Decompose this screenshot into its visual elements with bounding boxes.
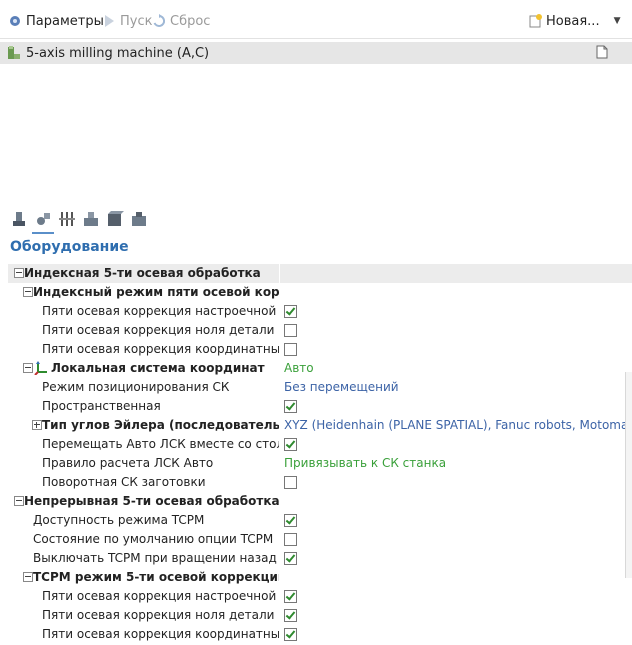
params-label: Параметры <box>26 13 104 29</box>
property-label: Непрерывная 5-ти осевая обработка <box>24 494 279 508</box>
collapse-icon[interactable] <box>14 268 24 278</box>
property-row[interactable]: Состояние по умолчанию опции TCPM <box>0 530 632 549</box>
stock-icon <box>106 210 124 231</box>
property-row[interactable]: Пространственная <box>0 397 632 416</box>
new-doc-icon <box>528 14 542 28</box>
property-label: Пяти осевая коррекция координатных осей <box>42 627 279 641</box>
property-row[interactable]: Перемещать Авто ЛСК вместе со столом <box>0 435 632 454</box>
column-divider <box>279 264 280 283</box>
machine-name: 5-axis milling machine (A,C) <box>26 45 210 61</box>
property-label: Индексный режим пяти осевой коррекции <box>33 285 279 299</box>
new-label: Новая... <box>546 13 600 29</box>
property-label: Пяти осевая коррекция настроечной точки <box>42 589 279 603</box>
property-row[interactable]: Пяти осевая коррекция настроечной точки <box>0 302 632 321</box>
property-label: TCPM режим 5-ти осевой коррекции <box>33 570 279 584</box>
fixture-tab[interactable] <box>80 208 102 232</box>
tool-icon <box>10 210 28 231</box>
checkbox-checked[interactable] <box>284 590 297 603</box>
property-label: Режим позиционирования СК <box>42 380 230 394</box>
machine-setup-tab[interactable] <box>32 208 54 234</box>
new-button[interactable]: Новая... ▼ <box>528 12 621 30</box>
property-row[interactable]: Непрерывная 5-ти осевая обработка <box>0 492 632 511</box>
property-value[interactable]: XYZ (Heidenhain (PLANE SPATIAL), Fanuc r… <box>284 418 632 432</box>
tool-tab[interactable] <box>8 208 30 232</box>
property-value[interactable]: Привязывать к СК станка <box>284 456 446 470</box>
property-label: Тип углов Эйлера (последовательность) <box>42 418 279 432</box>
run-button[interactable]: Пуск <box>102 12 152 30</box>
workpiece-tab[interactable] <box>128 208 150 232</box>
machine-setup-icon <box>34 210 52 231</box>
machine-row[interactable]: 5-axis milling machine (A,C) <box>0 42 632 64</box>
property-row[interactable]: Индексная 5-ти осевая обработка <box>8 264 632 283</box>
property-row[interactable]: Правило расчета ЛСК Авто Привязывать к СК… <box>0 454 632 473</box>
stock-tab[interactable] <box>104 208 126 232</box>
property-label: Пространственная <box>42 399 161 413</box>
property-label: Индексная 5-ти осевая обработка <box>24 266 261 280</box>
property-label: Пяти осевая коррекция настроечной точки <box>42 304 279 318</box>
property-label: Пяти осевая коррекция координатных осей <box>42 342 279 356</box>
property-label: Пяти осевая коррекция ноля детали <box>42 608 275 622</box>
params-button[interactable]: Параметры <box>8 12 104 30</box>
property-label: Перемещать Авто ЛСК вместе со столом <box>42 437 279 451</box>
document-icon[interactable] <box>596 45 608 62</box>
refresh-icon <box>152 14 166 28</box>
property-value[interactable]: Авто <box>284 361 314 375</box>
run-label: Пуск <box>120 13 153 29</box>
axes-tab[interactable] <box>56 208 78 232</box>
property-row[interactable]: Выключать TCPM при вращении назад <box>0 549 632 568</box>
checkbox-checked[interactable] <box>284 438 297 451</box>
collapse-icon[interactable] <box>23 572 33 582</box>
reset-label: Сброс <box>170 13 211 29</box>
axes-icon <box>58 210 76 231</box>
coordinate-axes-icon <box>34 361 47 375</box>
reset-button[interactable]: Сброс <box>152 12 210 30</box>
property-row[interactable]: Тип углов Эйлера (последовательность) XYZ… <box>0 416 632 435</box>
checkbox-checked[interactable] <box>284 609 297 622</box>
panel-tabs <box>8 208 150 234</box>
section-title: Оборудование <box>10 239 129 255</box>
play-icon <box>102 14 116 28</box>
collapse-icon[interactable] <box>23 287 33 297</box>
collapse-icon[interactable] <box>23 363 33 373</box>
machine-icon <box>6 45 22 64</box>
property-label: Пяти осевая коррекция ноля детали <box>42 323 275 337</box>
checkbox-checked[interactable] <box>284 552 297 565</box>
property-row[interactable]: Режим позиционирования СК Без перемещений <box>0 378 632 397</box>
checkbox-checked[interactable] <box>284 514 297 527</box>
property-label: Локальная система координат <box>51 361 265 375</box>
property-label: Выключать TCPM при вращении назад <box>33 551 277 565</box>
toolbar-divider <box>0 38 632 39</box>
property-label: Правило расчета ЛСК Авто <box>42 456 214 470</box>
checkbox-checked[interactable] <box>284 628 297 641</box>
fixture-icon <box>82 210 100 231</box>
toolbar: Параметры Пуск Сброс Новая... ▼ <box>0 0 632 40</box>
property-row[interactable]: Пяти осевая коррекция настроечной точки <box>0 587 632 606</box>
workpiece-icon <box>130 210 148 231</box>
property-row[interactable]: Пяти осевая коррекция ноля детали <box>0 321 632 340</box>
property-row[interactable]: Локальная система координат Авто <box>0 359 632 378</box>
property-row[interactable]: Пяти осевая коррекция ноля детали <box>0 606 632 625</box>
checkbox-unchecked[interactable] <box>284 324 297 337</box>
property-row[interactable]: Индексный режим пяти осевой коррекции <box>0 283 632 302</box>
property-row[interactable]: Поворотная СК заготовки <box>0 473 632 492</box>
expand-icon[interactable] <box>32 420 42 430</box>
checkbox-checked[interactable] <box>284 400 297 413</box>
property-label: Состояние по умолчанию опции TCPM <box>33 532 274 546</box>
checkbox-checked[interactable] <box>284 305 297 318</box>
property-label: Доступность режима TCPM <box>33 513 205 527</box>
checkbox-unchecked[interactable] <box>284 476 297 489</box>
checkbox-unchecked[interactable] <box>284 343 297 356</box>
gear-icon <box>8 14 22 28</box>
property-row[interactable]: Пяти осевая коррекция координатных осей <box>0 340 632 359</box>
collapse-icon[interactable] <box>14 496 24 506</box>
property-label: Поворотная СК заготовки <box>42 475 206 489</box>
property-row[interactable]: Пяти осевая коррекция координатных осей <box>0 625 632 644</box>
chevron-down-icon[interactable]: ▼ <box>614 16 621 26</box>
checkbox-unchecked[interactable] <box>284 533 297 546</box>
property-row[interactable]: TCPM режим 5-ти осевой коррекции <box>0 568 632 587</box>
property-row[interactable]: Доступность режима TCPM <box>0 511 632 530</box>
scrollbar[interactable] <box>625 372 632 578</box>
property-value[interactable]: Без перемещений <box>284 380 399 394</box>
